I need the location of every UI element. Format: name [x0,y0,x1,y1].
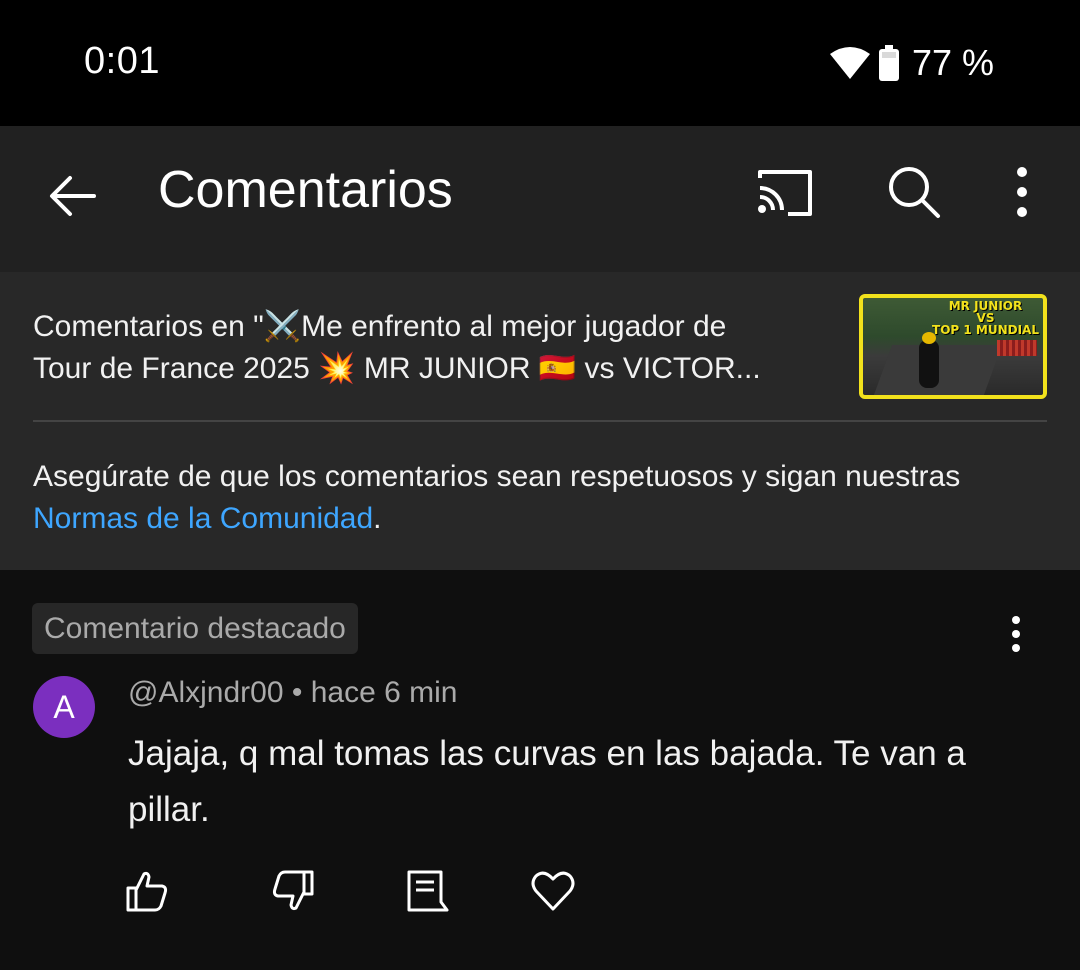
community-guidelines-notice: Asegúrate de que los comentarios sean re… [33,456,1023,540]
status-icons: 77 % [829,42,994,84]
thumbnail-cyclist [919,332,939,388]
comment-time: hace 6 min [310,676,458,709]
page-title: Comentarios [158,161,453,219]
comment-author[interactable]: @Alxjndr00 [128,676,284,709]
comment-meta: @Alxjndr00 • hace 6 min [128,676,457,710]
video-title-line-1: Comentarios en "⚔️Me enfrento al mejor j… [33,310,727,343]
divider [33,420,1047,422]
thumbnail-bars [997,340,1037,356]
more-vert-icon[interactable] [1000,162,1044,222]
reply-icon[interactable] [403,868,449,914]
avatar[interactable]: A [33,676,95,738]
comment-section: Comentario destacado A @Alxjndr00 • hace… [0,570,1080,970]
search-icon[interactable] [884,162,944,222]
meta-separator: • [291,676,303,709]
comment-more-icon[interactable] [1000,614,1032,654]
battery-percentage: 77 % [911,42,994,83]
thumbnail-overlay-text: MR JUNIOR VS TOP 1 MUNDIAL [932,300,1039,336]
battery-icon [878,45,900,81]
status-time: 0:01 [84,40,160,82]
video-header: Comentarios en "⚔️Me enfrento al mejor j… [0,272,1080,570]
app-bar: Comentarios [0,126,1080,272]
pinned-comment-badge: Comentario destacado [32,603,358,654]
guidelines-period: . [373,502,382,535]
guidelines-text: Asegúrate de que los comentarios sean re… [33,460,961,493]
community-guidelines-link[interactable]: Normas de la Comunidad [33,502,373,535]
video-title[interactable]: Comentarios en "⚔️Me enfrento al mejor j… [33,306,843,390]
like-icon[interactable] [124,868,170,914]
cast-icon[interactable] [752,164,816,224]
video-title-line-2: Tour de France 2025 💥 MR JUNIOR 🇪🇸 vs VI… [33,352,761,385]
back-arrow-icon[interactable] [44,166,104,226]
heart-icon[interactable] [530,868,576,914]
dislike-icon[interactable] [270,868,316,914]
wifi-icon [829,46,870,80]
video-thumbnail[interactable]: MR JUNIOR VS TOP 1 MUNDIAL [859,294,1047,399]
status-bar: 0:01 77 % [0,0,1080,126]
thumbnail-overlay-line-3: TOP 1 MUNDIAL [932,323,1039,337]
comment-text: Jajaja, q mal tomas las curvas en las ba… [128,734,966,829]
